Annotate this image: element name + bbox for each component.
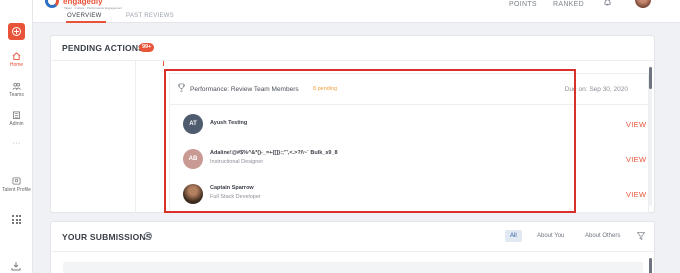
create-button[interactable] (8, 23, 25, 40)
filter-about-you[interactable]: About You (532, 230, 569, 242)
view-button[interactable]: VIEW (626, 190, 646, 199)
sidebar-item-home[interactable]: Home (0, 52, 33, 68)
brand-tagline: Talent · Culture · Performance Engagemen… (64, 6, 123, 10)
plus-circle-icon (12, 27, 21, 36)
column-divider (135, 61, 136, 213)
timeline-marker (163, 61, 164, 66)
divider (51, 60, 654, 61)
top-bar: engagedly Talent · Culture · Performance… (33, 0, 680, 23)
admin-icon (12, 111, 21, 119)
scrollbar-thumb[interactable] (649, 258, 652, 273)
sidebar-item-label: Teams (9, 92, 24, 98)
pending-actions-title: PENDING ACTIONS (62, 43, 145, 53)
filter-about-others[interactable]: About Others (580, 230, 625, 242)
apps-grid-icon[interactable] (12, 215, 21, 224)
view-button[interactable]: VIEW (626, 120, 646, 129)
nav-points[interactable]: POINTS (509, 1, 537, 8)
submissions-title: YOUR SUBMISSIONS (62, 232, 152, 242)
sidebar-item-label: Talent Profile (2, 187, 31, 193)
sidebar-item-admin[interactable]: Admin (0, 111, 33, 127)
filter-all[interactable]: All (505, 230, 522, 242)
active-tab-indicator (66, 21, 106, 23)
filter-icon[interactable] (637, 232, 645, 240)
highlight-box (164, 69, 576, 213)
download-icon[interactable] (11, 262, 21, 271)
list-item[interactable] (63, 262, 643, 273)
left-sidebar: Home Teams Admin ··· Talent Profile (0, 0, 33, 273)
sidebar-item-teams[interactable]: Teams (0, 82, 33, 98)
more-menu-icon[interactable]: ··· (0, 140, 33, 147)
sidebar-item-label: Home (9, 62, 24, 68)
scrollbar-thumb[interactable] (649, 67, 652, 89)
tab-past-reviews[interactable]: PAST REVIEWS (126, 13, 174, 19)
pending-count-badge: 99+ (139, 43, 155, 52)
sidebar-item-label: Admin (9, 121, 24, 127)
divider (51, 251, 654, 252)
home-icon (12, 52, 21, 60)
view-button[interactable]: VIEW (626, 155, 646, 164)
bell-icon[interactable] (603, 0, 612, 6)
brand-logo-icon[interactable] (45, 0, 59, 8)
user-avatar[interactable] (635, 0, 651, 8)
your-submissions-card: YOUR SUBMISSIONS i All About You About O… (50, 221, 655, 273)
talent-profile-icon (12, 177, 21, 185)
teams-icon (12, 82, 21, 90)
nav-ranked[interactable]: RANKED (553, 1, 584, 8)
info-icon[interactable]: i (144, 232, 152, 240)
sidebar-item-talent-profile[interactable]: Talent Profile (0, 177, 33, 193)
tab-overview[interactable]: OVERVIEW (67, 13, 102, 19)
